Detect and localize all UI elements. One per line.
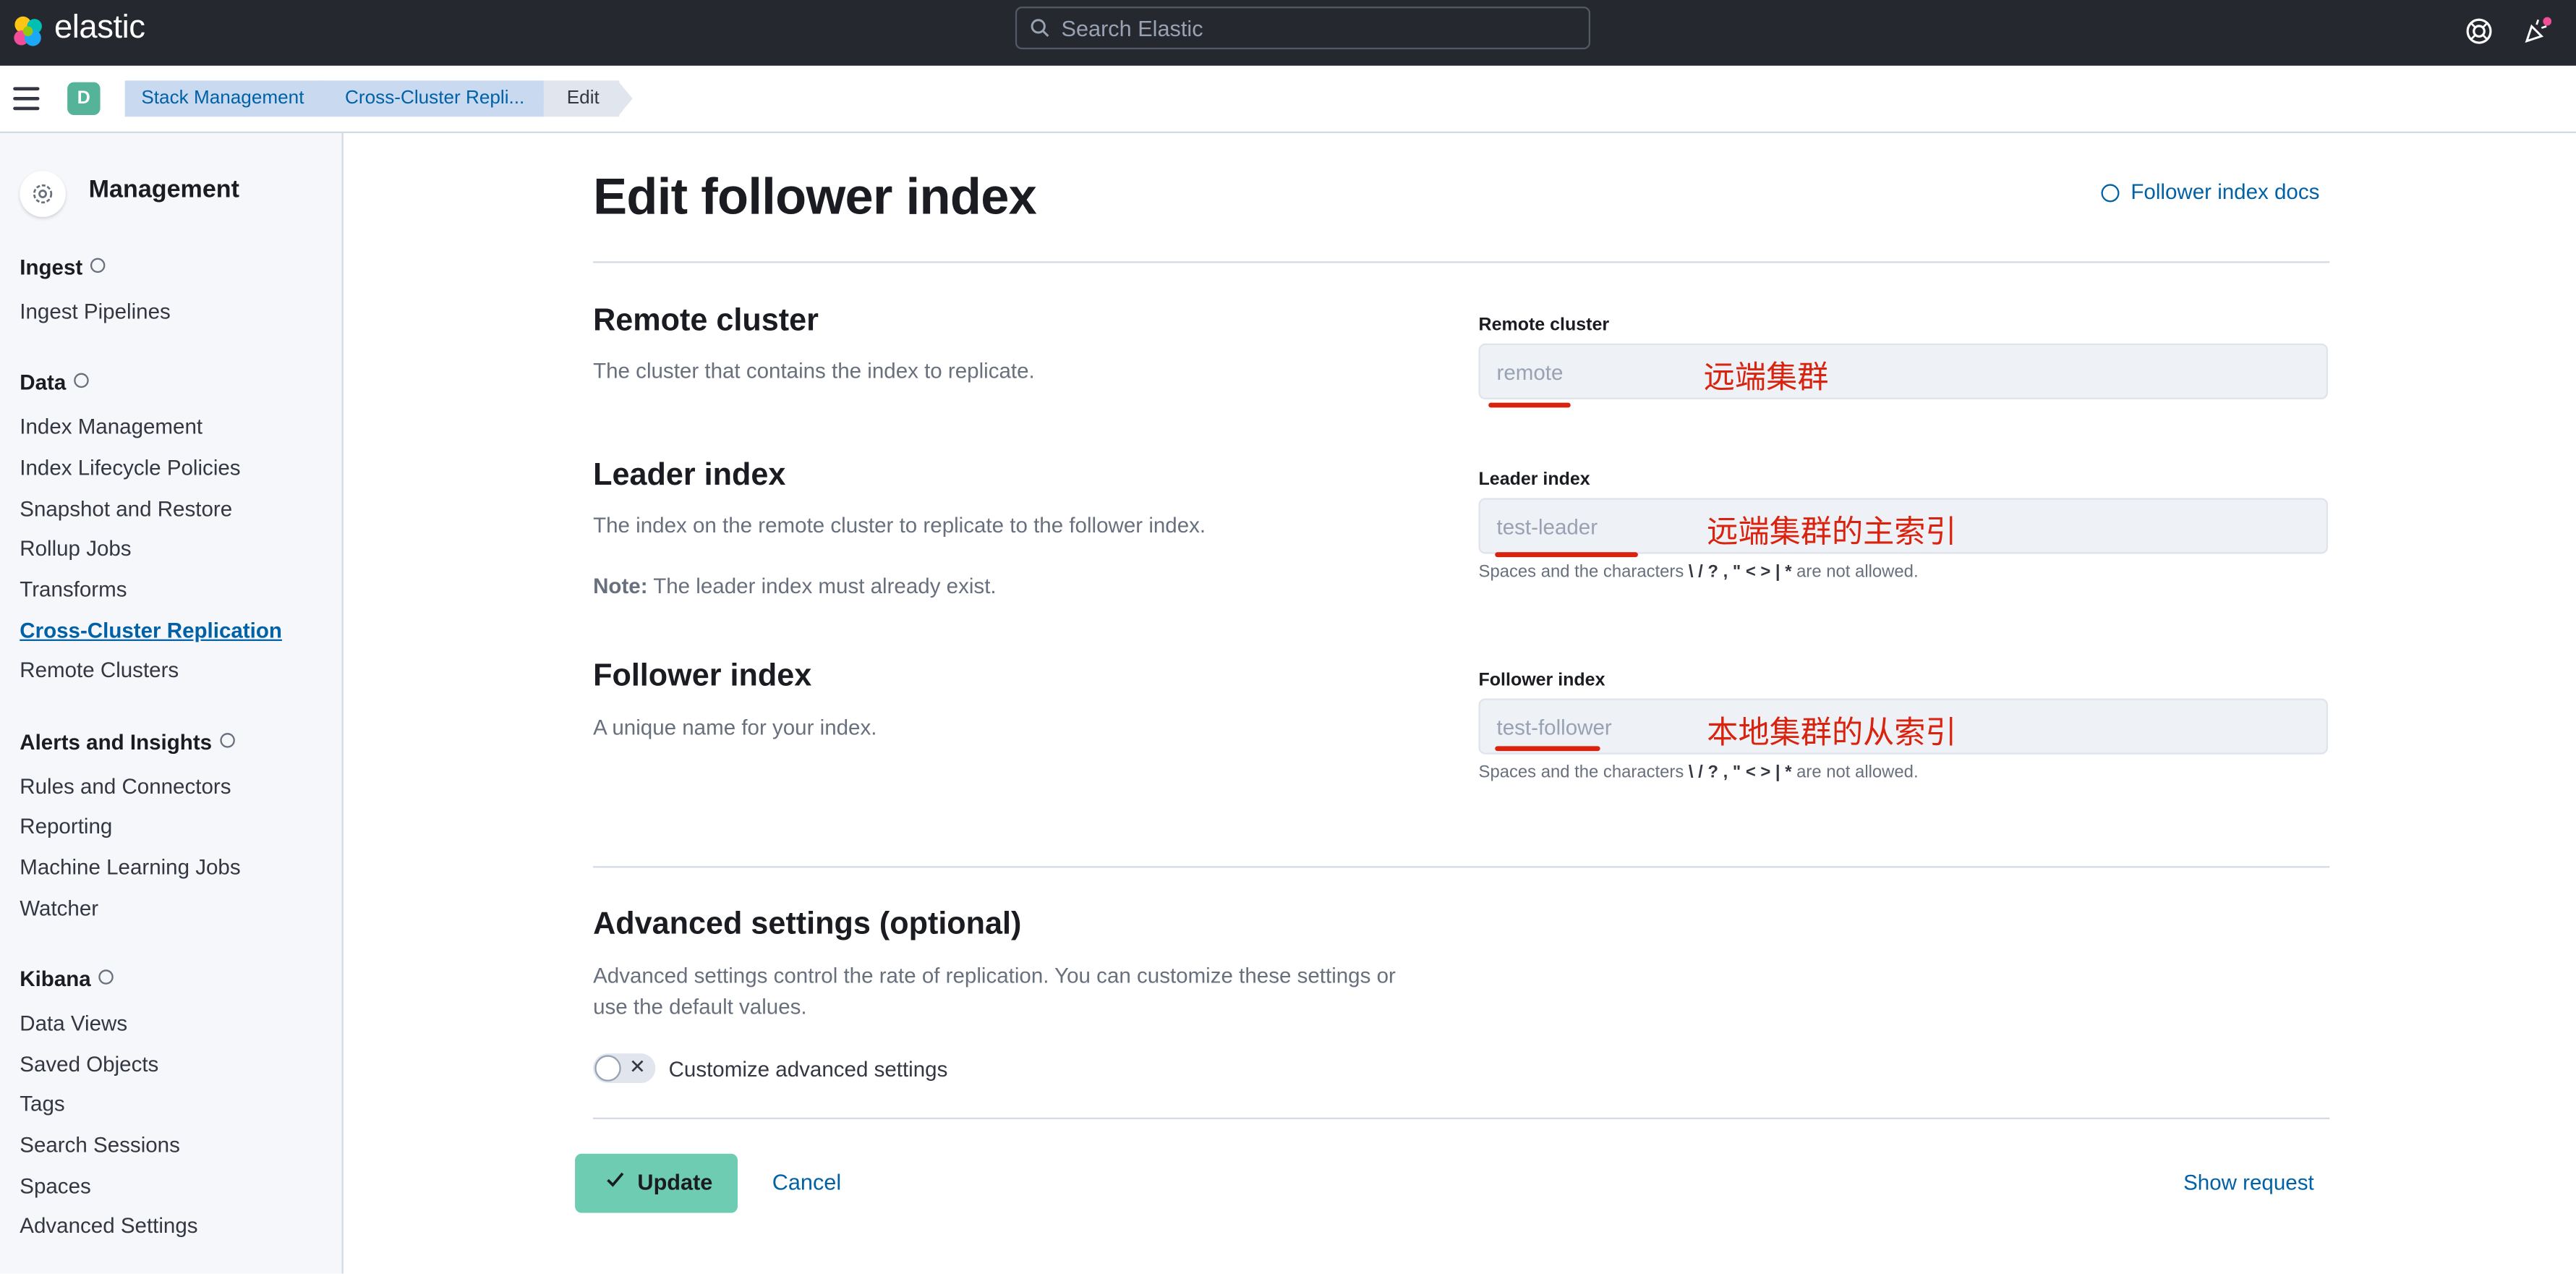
remote-cluster-field: remote 远端集群: [1478, 343, 2328, 400]
divider: [593, 261, 2330, 263]
sidebar-item-search-sessions[interactable]: Search Sessions: [20, 1132, 180, 1157]
help-icon: [2101, 184, 2120, 203]
help-icon[interactable]: [99, 969, 114, 985]
space-avatar[interactable]: D: [67, 82, 101, 116]
help-suffix: are not allowed.: [1791, 561, 1919, 582]
remote-cluster-description: The cluster that contains the index to r…: [593, 358, 1035, 383]
sidebar-item-saved-objects[interactable]: Saved Objects: [20, 1052, 158, 1076]
breadcrumb-edit: Edit: [543, 80, 620, 117]
follower-index-description: A unique name for your index.: [593, 715, 877, 740]
sidebar-group-alerts-and-insights: Alerts and Insights: [20, 730, 235, 755]
annotation-follower-index: 本地集群的从索引: [1707, 716, 1957, 752]
update-button[interactable]: Update: [575, 1153, 738, 1213]
news-feed-icon[interactable]: [2522, 17, 2551, 46]
sidebar-item-data-views[interactable]: Data Views: [20, 1011, 127, 1035]
breadcrumb-separator: [618, 80, 633, 117]
follower-index-label: Follower index: [1478, 670, 1605, 691]
search-placeholder: Search Elastic: [1061, 16, 1203, 41]
breadcrumb-stack-management[interactable]: Stack Management: [124, 80, 324, 117]
remote-cluster-title: Remote cluster: [593, 304, 819, 339]
sidebar-item-index-lifecycle-policies[interactable]: Index Lifecycle Policies: [20, 455, 240, 480]
management-gear-icon: [20, 171, 66, 217]
sidebar-item-index-management[interactable]: Index Management: [20, 414, 202, 438]
sidebar-item-rollup-jobs[interactable]: Rollup Jobs: [20, 536, 131, 561]
advanced-settings-description-line1: Advanced settings control the rate of re…: [593, 963, 1396, 988]
elastic-logo-icon[interactable]: [10, 13, 46, 49]
advanced-settings-title: Advanced settings (optional): [593, 906, 1022, 942]
note-text: The leader index must already exist.: [647, 573, 997, 598]
help-prefix: Spaces and the characters: [1478, 561, 1689, 582]
help-icon[interactable]: [74, 373, 90, 388]
leader-index-value: test-leader: [1496, 514, 1598, 540]
divider: [593, 1117, 2330, 1120]
annotation-underline: [1488, 402, 1571, 408]
leader-index-label: Leader index: [1478, 470, 1590, 490]
follower-index-docs-link[interactable]: Follower index docs: [2101, 179, 2320, 204]
sidebar-item-reporting[interactable]: Reporting: [20, 813, 112, 838]
sidebar-item-advanced-settings[interactable]: Advanced Settings: [20, 1213, 197, 1238]
breadcrumb-separator: [305, 80, 320, 117]
sidebar-group-label: Data: [20, 370, 67, 395]
remote-cluster-value: remote: [1496, 360, 1564, 385]
leader-index-field: test-leader 远端集群的主索引: [1478, 498, 2328, 554]
leader-index-help-text: Spaces and the characters \ / ? , " < > …: [1479, 562, 1919, 582]
page-title: Edit follower index: [593, 167, 1037, 226]
cancel-button[interactable]: Cancel: [772, 1170, 841, 1194]
follower-index-title: Follower index: [593, 658, 812, 694]
annotation-underline: [1495, 552, 1638, 558]
advanced-settings-description-line2: use the default values.: [593, 994, 807, 1019]
help-icon[interactable]: [2465, 17, 2494, 46]
sidebar-item-remote-clusters[interactable]: Remote Clusters: [20, 658, 179, 682]
sidebar-item-tags[interactable]: Tags: [20, 1091, 64, 1116]
sidebar-item-spaces[interactable]: Spaces: [20, 1173, 91, 1198]
breadcrumb-cross-cluster-replication[interactable]: Cross-Cluster Repli...: [322, 80, 545, 117]
follower-index-field: test-follower 本地集群的从索引: [1478, 698, 2328, 755]
leader-index-description: The index on the remote cluster to repli…: [593, 512, 1206, 538]
sidebar-item-cross-cluster-replication[interactable]: Cross-Cluster Replication: [20, 618, 282, 642]
sidebar-group-ingest: Ingest: [20, 255, 106, 279]
customize-advanced-settings-label[interactable]: Customize advanced settings: [669, 1057, 948, 1082]
annotation-underline: [1495, 746, 1600, 752]
follower-index-value: test-follower: [1496, 715, 1612, 740]
leader-index-note: Note: The leader index must already exis…: [593, 574, 997, 598]
help-prefix: Spaces and the characters: [1478, 763, 1689, 783]
sidebar-item-watcher[interactable]: Watcher: [20, 896, 98, 920]
customize-advanced-settings-switch[interactable]: ✕: [593, 1053, 656, 1084]
sidebar-item-snapshot-and-restore[interactable]: Snapshot and Restore: [20, 496, 232, 521]
switch-knob: [594, 1055, 621, 1082]
sidebar-item-machine-learning-jobs[interactable]: Machine Learning Jobs: [20, 854, 240, 879]
sidebar-item-rules-and-connectors[interactable]: Rules and Connectors: [20, 774, 231, 799]
help-suffix: are not allowed.: [1791, 763, 1919, 783]
divider: [593, 866, 2330, 868]
sidebar-item-ingest-pipelines[interactable]: Ingest Pipelines: [20, 299, 170, 323]
close-icon: ✕: [629, 1055, 646, 1079]
sidebar-group-label: Alerts and Insights: [20, 729, 213, 755]
remote-cluster-label: Remote cluster: [1478, 315, 1610, 336]
check-icon: [607, 1172, 624, 1187]
sidebar-group-data: Data: [20, 370, 90, 395]
help-icon[interactable]: [90, 258, 106, 273]
sidebar-group-label: Kibana: [20, 966, 91, 991]
sidebar-group-kibana: Kibana: [20, 967, 114, 991]
annotation-remote-cluster: 远端集群: [1703, 361, 1829, 396]
note-label: Note:: [593, 573, 648, 598]
sidebar-title: Management: [88, 176, 239, 204]
sidebar-group-label: Ingest: [20, 255, 83, 280]
annotation-leader-index: 远端集群的主索引: [1707, 516, 1957, 551]
help-icon[interactable]: [220, 733, 235, 748]
global-search-input[interactable]: Search Elastic: [1015, 7, 1591, 50]
help-chars: \ / ? , " < > | *: [1688, 763, 1792, 783]
brand-name[interactable]: elastic: [54, 10, 145, 48]
help-chars: \ / ? , " < > | *: [1688, 561, 1792, 582]
docs-link-label: Follower index docs: [2131, 179, 2320, 204]
sidebar-item-transforms[interactable]: Transforms: [20, 577, 127, 601]
menu-toggle-icon[interactable]: [13, 87, 40, 111]
update-button-label: Update: [637, 1170, 713, 1195]
search-icon: [1031, 19, 1049, 38]
show-request-button[interactable]: Show request: [2183, 1170, 2314, 1194]
leader-index-title: Leader index: [593, 458, 786, 493]
global-header: elastic Search Elastic: [0, 0, 2576, 66]
follower-index-help-text: Spaces and the characters \ / ? , " < > …: [1479, 763, 1919, 782]
